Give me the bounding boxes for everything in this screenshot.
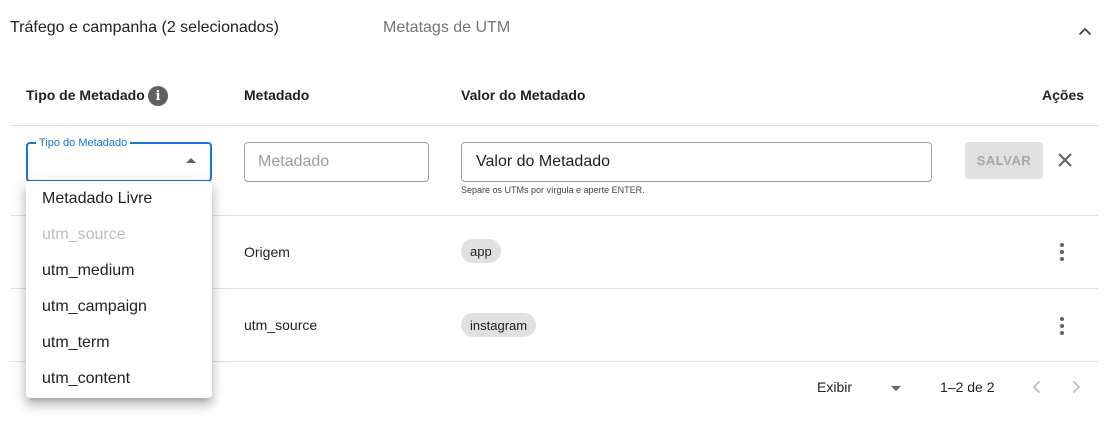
column-header-tipo: Tipo de Metadado [26,87,145,103]
section-subtitle: Metatags de UTM [383,19,511,36]
rows-per-page-select[interactable] [880,377,910,399]
section-header: Tráfego e campanha (2 selecionados) Meta… [0,0,1113,58]
page-range: 1–2 de 2 [940,379,995,395]
close-icon[interactable] [1053,148,1077,172]
section-title: Tráfego e campanha (2 selecionados) [10,19,279,36]
value-chip: app [461,239,501,263]
tipo-metadado-menu: Metadado Livre utm_source utm_medium utm… [26,181,212,398]
metadado-input[interactable] [244,142,429,182]
column-header-acoes: Ações [1042,87,1085,103]
value-chip: instagram [461,313,537,337]
column-header-metadado: Metadado [244,87,310,103]
row-metadado: Origem [244,244,290,260]
rows-per-page-label: Exibir [817,379,853,395]
valor-helper-text: Separe os UTMs por vírgula e aperte ENTE… [461,185,645,195]
arrow-down-icon [891,386,901,391]
menu-item-utm-content[interactable]: utm_content [26,361,212,397]
menu-item-utm-medium[interactable]: utm_medium [26,253,212,289]
valor-metadado-input[interactable] [461,142,932,182]
arrow-up-icon [186,158,196,163]
info-icon[interactable]: i [148,86,168,106]
menu-item-utm-source: utm_source [42,226,126,243]
chevron-left-icon[interactable] [1025,376,1047,398]
menu-item-utm-campaign[interactable]: utm_campaign [26,289,212,325]
menu-item-utm-term[interactable]: utm_term [26,325,212,361]
chevron-right-icon[interactable] [1065,376,1087,398]
column-header-valor: Valor do Metadado [461,87,586,103]
save-button[interactable]: SALVAR [965,142,1043,179]
row-metadado: utm_source [244,317,318,333]
header-divider [10,125,1098,126]
menu-item-metadado-livre[interactable]: Metadado Livre [26,181,212,217]
more-vert-icon[interactable] [1052,314,1072,338]
chevron-up-icon[interactable] [1074,20,1096,42]
tipo-metadado-label: Tipo do Metadado [36,137,131,149]
more-vert-icon[interactable] [1052,240,1072,264]
